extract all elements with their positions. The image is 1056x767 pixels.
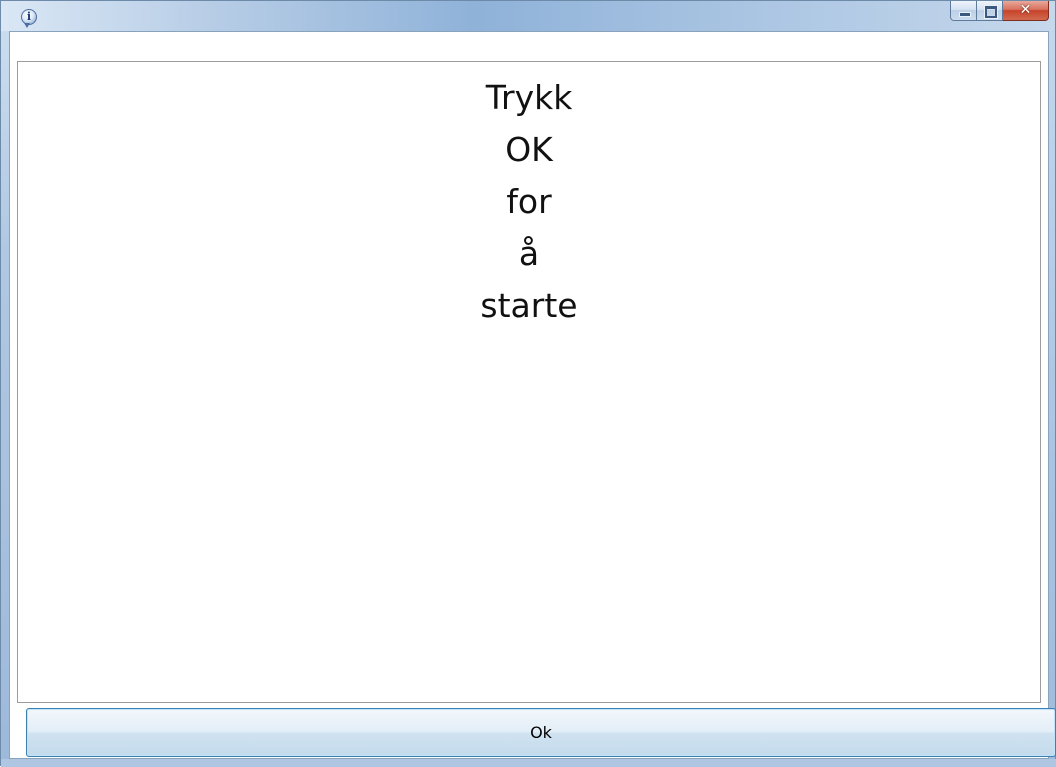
minimize-button[interactable]	[950, 1, 977, 21]
message-line: å	[518, 234, 540, 273]
message-text: Trykk OK for å starte	[18, 72, 1040, 332]
ok-button-label: Ok	[530, 723, 552, 742]
close-icon: ✕	[1019, 2, 1032, 18]
maximize-button[interactable]	[977, 1, 1003, 21]
maximize-icon	[984, 5, 998, 19]
close-button[interactable]: ✕	[1003, 1, 1049, 21]
caption-buttons: ✕	[950, 1, 1049, 22]
info-icon: i	[21, 9, 37, 28]
window-frame-left	[1, 31, 9, 767]
minimize-icon	[959, 12, 971, 17]
title-bar[interactable]: i ✕	[1, 1, 1055, 31]
message-line: starte	[480, 286, 578, 325]
message-line: Trykk	[485, 78, 573, 117]
message-line: for	[506, 182, 552, 221]
message-line: OK	[505, 130, 553, 169]
dialog-window: i ✕ Trykk OK for å starte Ok	[0, 0, 1056, 767]
ok-button[interactable]: Ok	[26, 708, 1056, 757]
message-panel: Trykk OK for å starte	[17, 61, 1041, 703]
